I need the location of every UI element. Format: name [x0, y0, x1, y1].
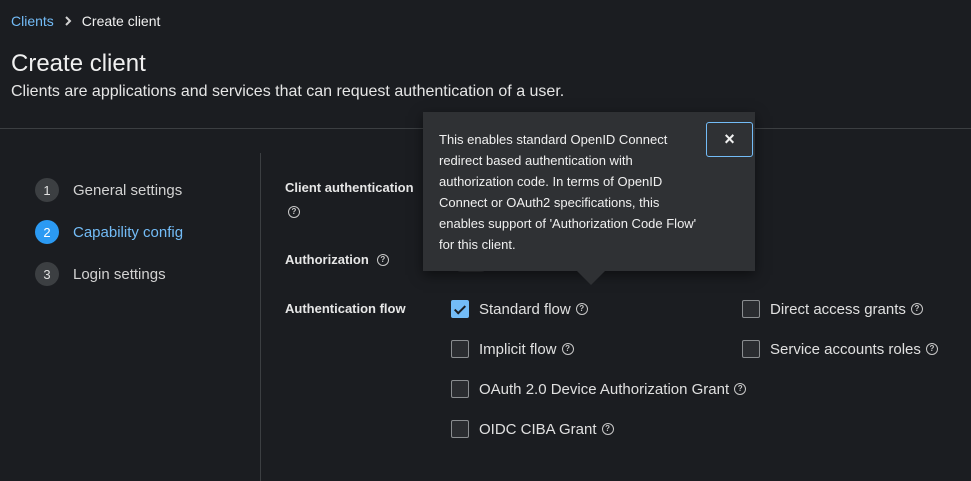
step-number: 2 — [35, 220, 59, 244]
oidc-ciba-grant-checkbox[interactable] — [451, 420, 469, 438]
create-client-page: Clients Create client Create client Clie… — [0, 0, 971, 481]
step-label: General settings — [73, 181, 183, 199]
help-icon[interactable]: ? — [910, 303, 923, 315]
wizard-step-login-settings[interactable]: 3 Login settings — [35, 262, 183, 286]
wizard-step-general-settings[interactable]: 1 General settings — [35, 178, 183, 202]
direct-access-grants-option: Direct access grants ? — [742, 300, 923, 318]
oidc-ciba-grant-option: OIDC CIBA Grant ? — [451, 420, 614, 438]
client-authentication-label: Client authentication — [285, 180, 414, 195]
standard-flow-label: Standard flow — [479, 300, 571, 318]
oauth-device-grant-label: OAuth 2.0 Device Authorization Grant — [479, 380, 730, 398]
implicit-flow-option: Implicit flow ? — [451, 340, 574, 358]
breadcrumb-link-clients[interactable]: Clients — [11, 13, 54, 29]
authentication-flow-label-text: Authentication flow — [285, 301, 406, 316]
help-icon[interactable]: ? — [561, 343, 574, 355]
authorization-label-text: Authorization — [285, 252, 369, 267]
wizard-nav: 1 General settings 2 Capability config 3… — [35, 178, 183, 304]
service-accounts-roles-checkbox[interactable] — [742, 340, 760, 358]
help-icon[interactable]: ? — [288, 206, 300, 218]
oauth-device-grant-option: OAuth 2.0 Device Authorization Grant ? — [451, 380, 747, 398]
oidc-ciba-grant-label: OIDC CIBA Grant — [479, 420, 597, 438]
help-icon[interactable]: ? — [601, 423, 614, 435]
page-description: Clients are applications and services th… — [11, 83, 565, 100]
wizard-divider — [260, 153, 261, 481]
authentication-flow-label: Authentication flow — [285, 301, 406, 316]
service-accounts-roles-option: Service accounts roles ? — [742, 340, 938, 358]
chevron-right-icon — [64, 13, 72, 29]
step-label: Login settings — [73, 265, 166, 283]
breadcrumb: Clients Create client — [11, 13, 160, 29]
oauth-device-grant-checkbox[interactable] — [451, 380, 469, 398]
wizard-step-capability-config[interactable]: 2 Capability config — [35, 220, 183, 244]
page-title: Create client — [11, 50, 146, 77]
help-icon[interactable]: ? — [925, 343, 938, 355]
service-accounts-roles-label: Service accounts roles — [770, 340, 921, 358]
authorization-label: Authorization ? — [285, 252, 389, 267]
breadcrumb-current: Create client — [81, 13, 161, 29]
standard-flow-checkbox[interactable] — [451, 300, 469, 318]
help-icon[interactable]: ? — [376, 253, 389, 266]
step-label: Capability config — [73, 223, 184, 241]
direct-access-grants-checkbox[interactable] — [742, 300, 760, 318]
client-authentication-label-text: Client authentication — [285, 180, 414, 195]
step-number: 3 — [35, 262, 59, 286]
close-icon[interactable]: × — [706, 122, 753, 157]
implicit-flow-checkbox[interactable] — [451, 340, 469, 358]
direct-access-grants-label: Direct access grants — [770, 300, 906, 318]
popover-text: This enables standard OpenID Connect red… — [439, 132, 697, 252]
help-icon[interactable]: ? — [575, 303, 588, 315]
popover-arrow — [577, 271, 605, 285]
step-number: 1 — [35, 178, 59, 202]
help-popover: This enables standard OpenID Connect red… — [423, 112, 755, 271]
implicit-flow-label: Implicit flow — [479, 340, 557, 358]
standard-flow-option: Standard flow ? — [451, 300, 588, 318]
help-icon[interactable]: ? — [734, 383, 747, 395]
